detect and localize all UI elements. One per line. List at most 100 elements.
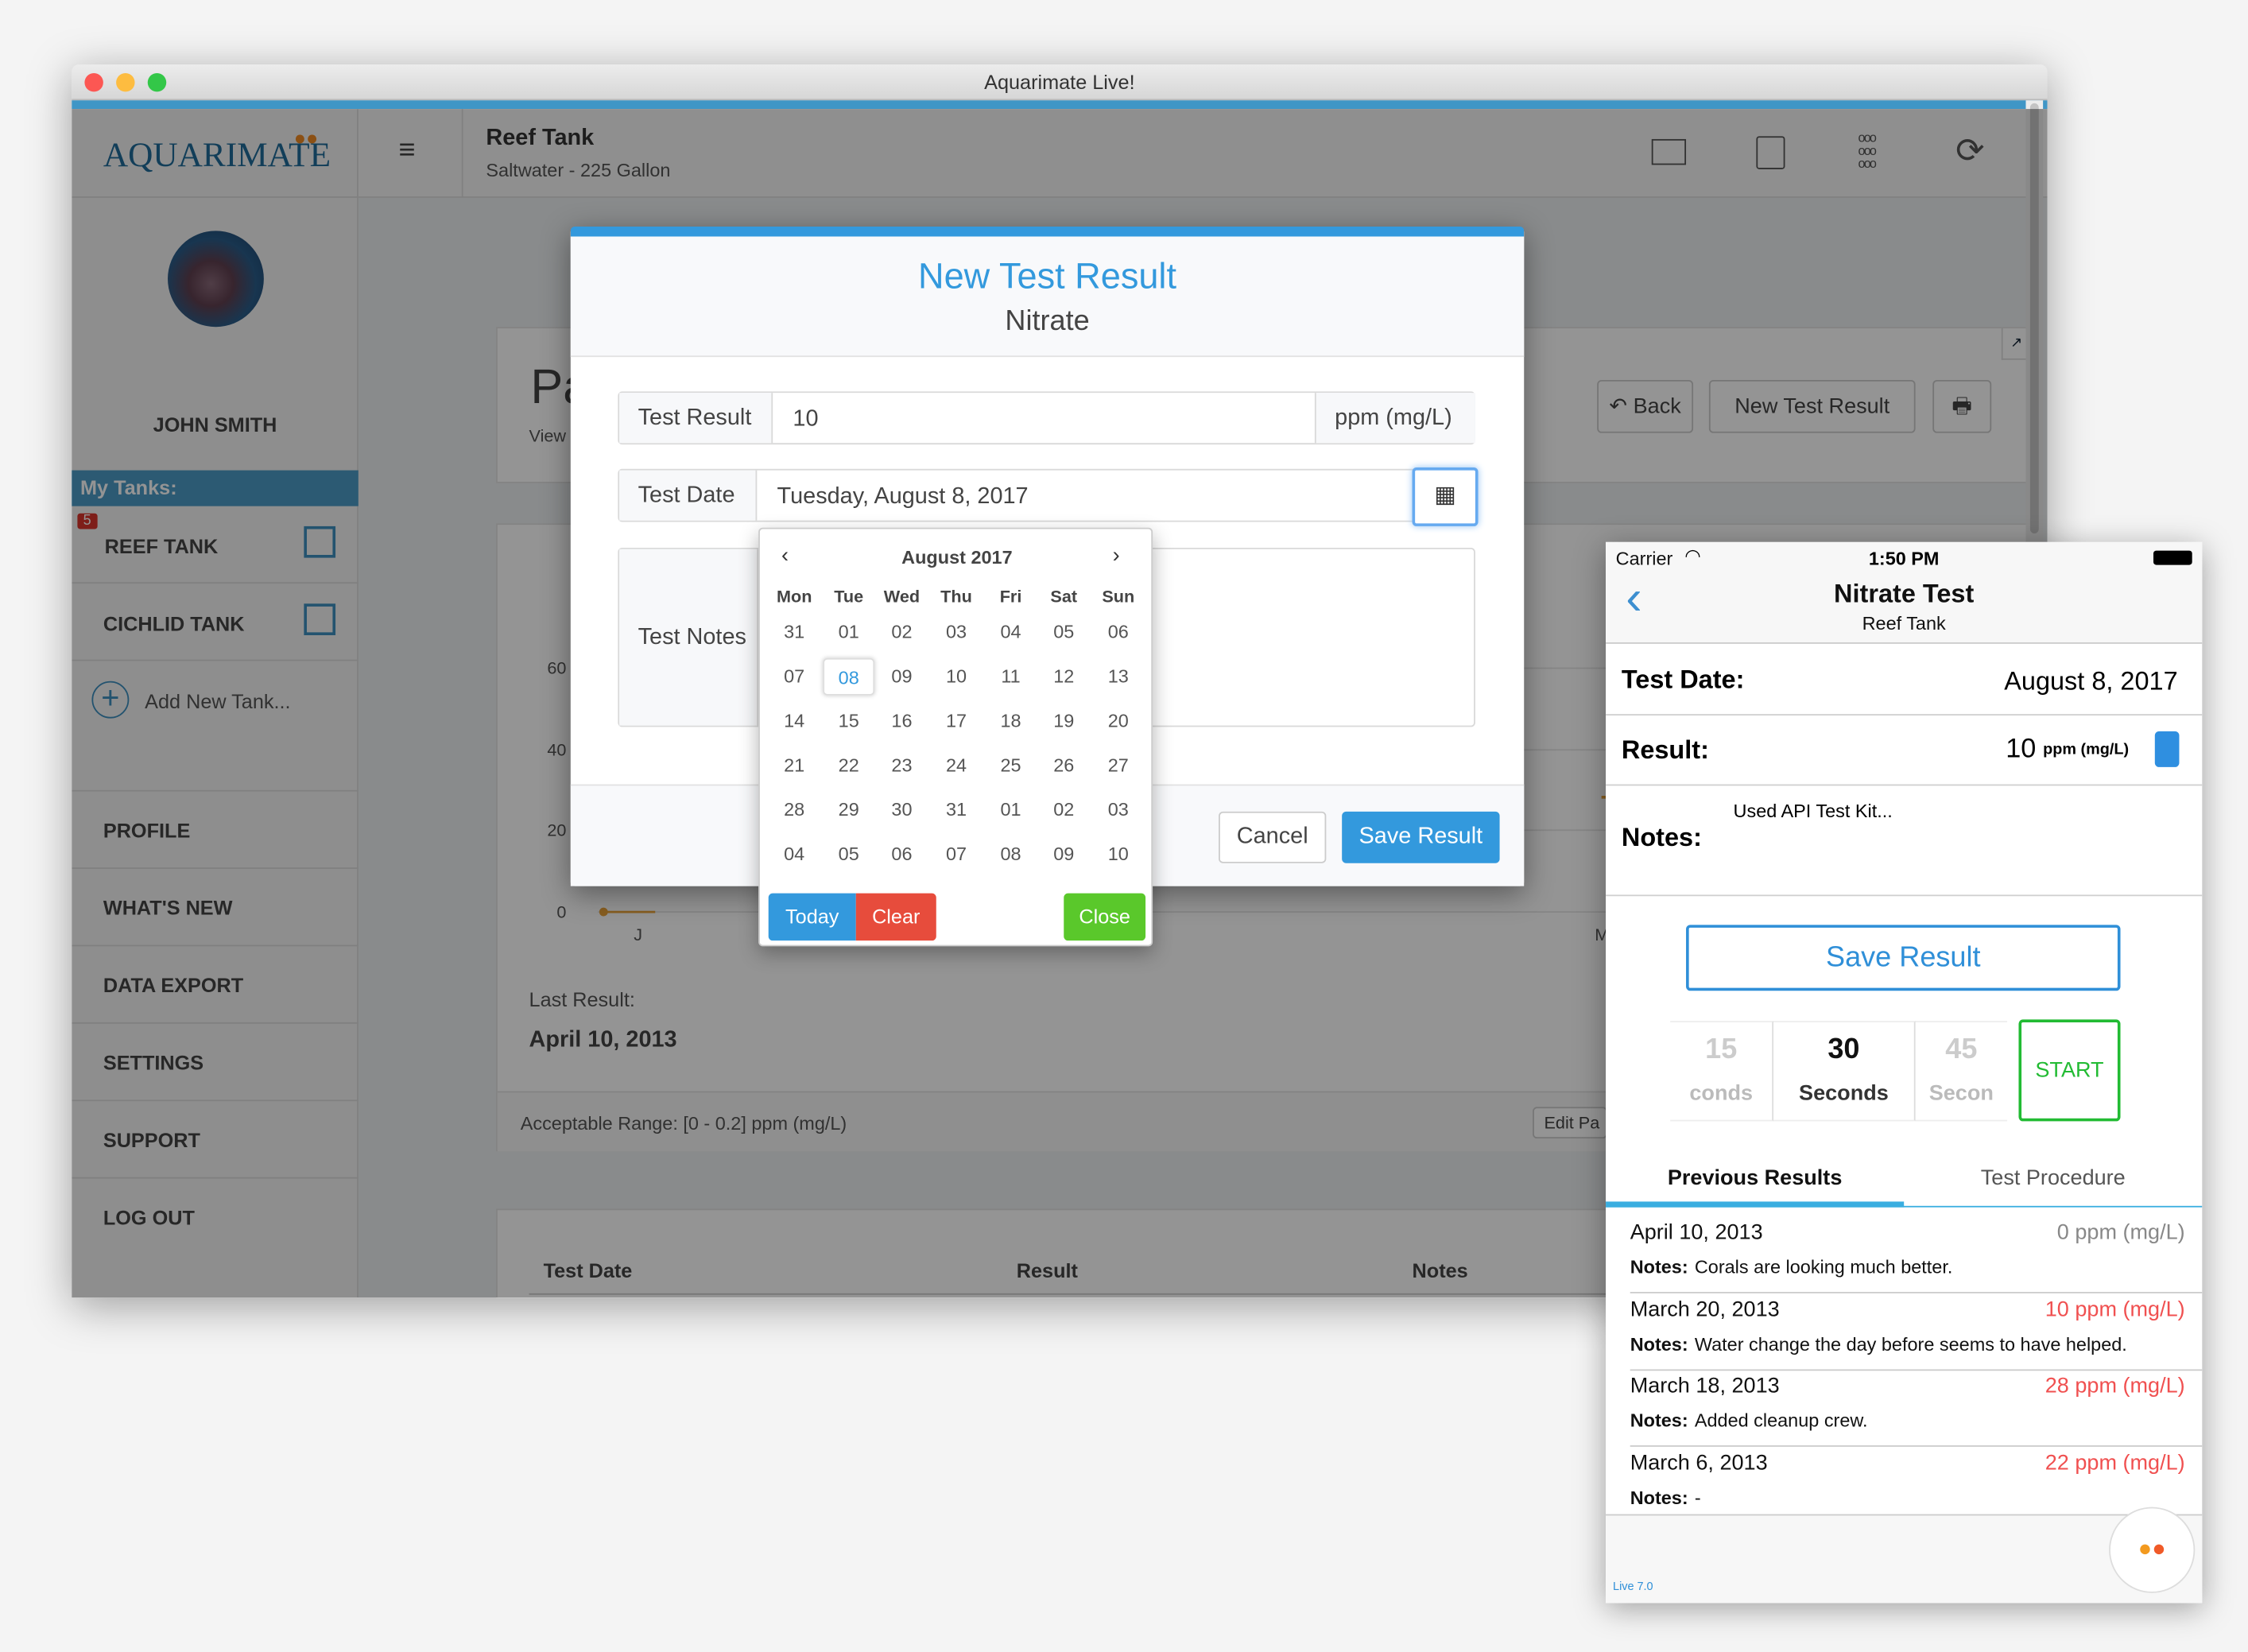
day-cell[interactable]: 10 [931, 658, 983, 696]
fish-logo-button[interactable]: ●● [2109, 1507, 2196, 1593]
day-cell[interactable]: 18 [985, 703, 1037, 740]
notes-prefix: Notes: [1630, 1255, 1688, 1278]
minimize-window-button[interactable] [116, 72, 135, 92]
day-cell[interactable]: 31 [931, 792, 983, 829]
result-notes: Water change the day before seems to hav… [1694, 1332, 2127, 1355]
notes-prefix: Notes: [1630, 1486, 1688, 1508]
day-cell[interactable]: 02 [876, 614, 928, 651]
day-cell[interactable]: 19 [1038, 703, 1090, 740]
day-cell[interactable]: 26 [1038, 747, 1090, 785]
next-month-icon[interactable]: › [1113, 544, 1120, 568]
close-window-button[interactable] [84, 72, 103, 92]
picker-value: 45 [1945, 1033, 1978, 1066]
timer-picker-column[interactable]: 15 conds [1670, 1021, 1774, 1122]
day-cell[interactable]: 29 [823, 792, 874, 829]
day-cell[interactable]: 06 [876, 836, 928, 873]
calendar-button[interactable]: ▦ [1412, 467, 1479, 526]
phone-screen: Carrier ◠ 1:50 PM ‹ Nitrate Test Reef Ta… [1606, 541, 2203, 1604]
nav-title: Nitrate Test [1834, 579, 1975, 608]
clear-button[interactable]: Clear [855, 893, 936, 941]
test-notes-label: Test Notes [619, 549, 758, 726]
day-cell[interactable]: 02 [1038, 792, 1090, 829]
result-list-item[interactable]: March 18, 2013 28 ppm (mg/L) Notes: Adde… [1630, 1371, 2203, 1447]
day-cell[interactable]: 13 [1092, 658, 1144, 696]
timer-picker-column[interactable]: 30 Seconds [1773, 1021, 1916, 1122]
day-cell[interactable]: 28 [769, 792, 820, 829]
day-cell[interactable]: 24 [931, 747, 983, 785]
picker-value: 30 [1827, 1033, 1860, 1066]
battery-icon [2153, 550, 2192, 565]
day-cell[interactable]: 09 [1038, 836, 1090, 873]
today-button[interactable]: Today [768, 893, 856, 941]
day-cell[interactable]: 22 [823, 747, 874, 785]
day-cell[interactable]: 17 [931, 703, 983, 740]
day-cell[interactable]: 23 [876, 747, 928, 785]
accent-strip [72, 100, 2048, 110]
day-cell[interactable]: 01 [823, 614, 874, 651]
result-list-item[interactable]: March 20, 2013 10 ppm (mg/L) Notes: Wate… [1630, 1294, 2203, 1371]
notes-label: Notes: [1621, 823, 1702, 852]
result-list-item[interactable]: April 10, 2013 0 ppm (mg/L) Notes: Coral… [1630, 1217, 2203, 1293]
result-notes: Corals are looking much better. [1694, 1255, 1953, 1278]
day-cell[interactable]: 20 [1092, 703, 1144, 740]
day-cell[interactable]: 03 [931, 614, 983, 651]
picker-unit: conds [1689, 1080, 1754, 1106]
day-cell[interactable]: 04 [985, 614, 1037, 651]
day-cell[interactable]: 01 [985, 792, 1037, 829]
window-title: Aquarimate Live! [984, 70, 1135, 94]
active-tab-indicator [1606, 1201, 1905, 1208]
modal-title: New Test Result [918, 256, 1176, 297]
start-timer-button[interactable]: START [2018, 1019, 2121, 1122]
day-cell[interactable]: 30 [876, 792, 928, 829]
test-result-input[interactable]: 10 [793, 407, 818, 432]
picker-unit: Secon [1928, 1080, 1994, 1106]
day-cell[interactable]: 21 [769, 747, 820, 785]
test-date-value[interactable]: August 8, 2017 [2004, 667, 2177, 697]
notes-value[interactable]: Used API Test Kit... [1734, 800, 1893, 821]
datepicker: ‹ August 2017 › Mon Tue Wed Thu Fri Sat Sun 31 0… [758, 527, 1154, 947]
tab-previous-results[interactable]: Previous Results [1606, 1165, 1904, 1190]
save-result-button[interactable]: Save Result [1342, 811, 1500, 863]
close-button[interactable]: Close [1064, 893, 1146, 941]
phone-footer: Live 7.0 ●● [1606, 1507, 2203, 1604]
day-cell[interactable]: 31 [769, 614, 820, 651]
result-value[interactable]: 10 [2006, 734, 2036, 766]
weekday-header: Sun [1102, 586, 1135, 607]
test-date-input[interactable]: Tuesday, August 8, 2017 [777, 485, 1029, 510]
weekday-header: Thu [940, 586, 972, 607]
title-bar: Aquarimate Live! [72, 64, 2048, 101]
weekday-header: Wed [883, 586, 921, 607]
cancel-button[interactable]: Cancel [1219, 811, 1327, 863]
picker-unit: Seconds [1799, 1080, 1889, 1106]
day-cell[interactable]: 05 [1038, 614, 1090, 651]
day-cell[interactable]: 07 [769, 658, 820, 696]
result-list-item[interactable]: March 6, 2013 22 ppm (mg/L) Notes: - [1630, 1448, 2203, 1524]
day-cell[interactable]: 03 [1092, 792, 1144, 829]
day-cell[interactable]: 09 [876, 658, 928, 696]
day-cell[interactable]: 05 [823, 836, 874, 873]
day-cell[interactable]: 07 [931, 836, 983, 873]
result-date: March 18, 2013 [1630, 1373, 1780, 1398]
result-date: March 6, 2013 [1630, 1450, 1768, 1476]
day-cell[interactable]: 04 [769, 836, 820, 873]
day-cell[interactable]: 25 [985, 747, 1037, 785]
day-cell-selected[interactable]: 08 [823, 657, 875, 696]
calculator-icon[interactable] [2154, 731, 2180, 767]
timer-picker-column[interactable]: 45 Secon [1915, 1021, 2008, 1122]
day-cell[interactable]: 14 [769, 703, 820, 740]
maximize-window-button[interactable] [147, 72, 167, 92]
day-cell[interactable]: 10 [1092, 836, 1144, 873]
result-unit: ppm (mg/L) [2043, 741, 2130, 759]
day-cell[interactable]: 08 [985, 836, 1037, 873]
day-cell[interactable]: 11 [985, 658, 1037, 696]
day-cell[interactable]: 16 [876, 703, 928, 740]
save-result-button[interactable]: Save Result [1686, 925, 2121, 991]
test-date-label: Test Date [619, 470, 758, 521]
result-date: April 10, 2013 [1630, 1220, 1763, 1245]
day-cell[interactable]: 12 [1038, 658, 1090, 696]
day-cell[interactable]: 15 [823, 703, 874, 740]
day-cell[interactable]: 06 [1092, 614, 1144, 651]
tab-test-procedure[interactable]: Test Procedure [1904, 1165, 2202, 1190]
day-cell[interactable]: 27 [1092, 747, 1144, 785]
month-title[interactable]: August 2017 [760, 546, 1154, 568]
